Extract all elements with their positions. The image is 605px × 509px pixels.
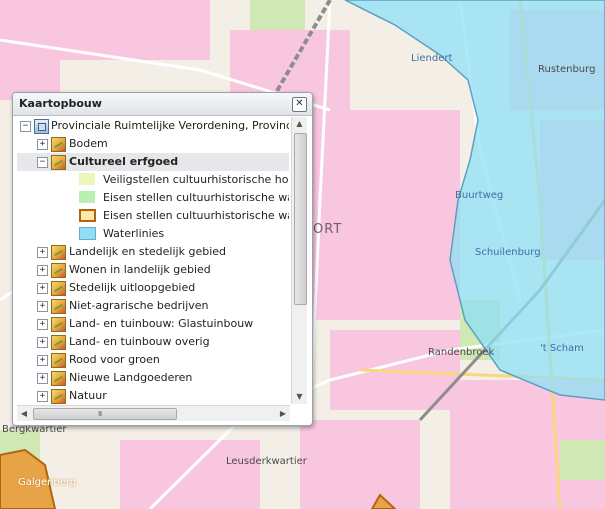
expand-icon[interactable]: +	[37, 247, 48, 258]
map-label-galgenberg: Galgenberg	[18, 477, 77, 488]
scroll-down-icon[interactable]: ▼	[292, 390, 307, 404]
layer-item-glastuinbouw[interactable]: + Land- en tuinbouw: Glastuinbouw	[17, 315, 289, 333]
layer-icon	[51, 281, 66, 296]
layer-label: Land- en tuinbouw overig	[69, 335, 210, 348]
layer-tree: − Provinciale Ruimtelijke Verordening, P…	[17, 117, 289, 404]
legend-item: Waterlinies	[17, 225, 289, 243]
layer-icon	[51, 263, 66, 278]
close-button[interactable]: ✕	[292, 97, 307, 112]
collapse-icon[interactable]: −	[20, 121, 31, 132]
layer-label: Cultureel erfgoed	[69, 155, 179, 168]
layer-item-natuur[interactable]: + Natuur	[17, 387, 289, 404]
panel-header[interactable]: Kaartopbouw ✕	[13, 93, 312, 116]
layer-label: Rood voor groen	[69, 353, 160, 366]
scroll-left-icon[interactable]: ◀	[17, 406, 31, 421]
layer-icon	[51, 137, 66, 152]
layer-label: Landelijk en stedelijk gebied	[69, 245, 226, 258]
layer-label: Wonen in landelijk gebied	[69, 263, 211, 276]
expand-icon[interactable]: +	[37, 319, 48, 330]
expand-icon[interactable]: +	[37, 391, 48, 402]
layer-label: Natuur	[69, 389, 107, 402]
map-label-leusderkwartier: Leusderkwartier	[226, 456, 307, 467]
expand-icon[interactable]: +	[37, 301, 48, 312]
legend-item: Eisen stellen cultuurhistorische waarden	[17, 207, 289, 225]
map-label-rustenburg: Rustenburg	[538, 64, 596, 75]
horizontal-scrollbar[interactable]: ◀ III ▶	[17, 405, 290, 421]
map-label-buurtweg: Buurtweg	[455, 190, 504, 201]
layer-icon	[51, 389, 66, 404]
layer-item-nieuwe-landgoederen[interactable]: + Nieuwe Landgoederen	[17, 369, 289, 387]
legend-swatch	[79, 227, 96, 240]
kaartopbouw-panel: Kaartopbouw ✕ − Provinciale Ruimtelijke …	[12, 92, 313, 426]
vertical-scroll-thumb[interactable]	[294, 133, 307, 305]
layer-icon	[51, 371, 66, 386]
legend-item: Veiligstellen cultuurhistorische hoofdst…	[17, 171, 289, 189]
map-label-liendert: Liendert	[411, 53, 453, 64]
expand-icon[interactable]: +	[37, 265, 48, 276]
map-label-t-scham: 't Scham	[540, 343, 584, 354]
layer-icon	[51, 317, 66, 332]
layer-item-stedelijk-uitloop[interactable]: + Stedelijk uitloopgebied	[17, 279, 289, 297]
tree-root[interactable]: − Provinciale Ruimtelijke Verordening, P…	[17, 117, 289, 135]
expand-icon[interactable]: +	[37, 373, 48, 384]
map-label-city-fragment: ORT	[313, 222, 343, 237]
horizontal-scroll-thumb[interactable]: III	[33, 408, 177, 420]
layer-icon	[51, 335, 66, 350]
layer-item-tuinbouw-overig[interactable]: + Land- en tuinbouw overig	[17, 333, 289, 351]
expand-icon[interactable]: +	[37, 355, 48, 366]
map-label-schuilenburg: Schuilenburg	[475, 247, 541, 258]
legend-label: Eisen stellen cultuurhistorische waarden	[103, 209, 289, 222]
expand-icon[interactable]: +	[37, 139, 48, 150]
tree-root-label: Provinciale Ruimtelijke Verordening, Pro…	[51, 119, 289, 132]
panel-title: Kaartopbouw	[19, 97, 102, 110]
map-service-icon	[34, 119, 49, 134]
layer-item-rood-voor-groen[interactable]: + Rood voor groen	[17, 351, 289, 369]
layer-label: Land- en tuinbouw: Glastuinbouw	[69, 317, 254, 330]
layer-icon	[51, 299, 66, 314]
legend-label: Waterlinies	[103, 227, 165, 240]
legend-item: Eisen stellen cultuurhistorische waarden	[17, 189, 289, 207]
layer-label: Bodem	[69, 137, 108, 150]
layer-label: Niet-agrarische bedrijven	[69, 299, 209, 312]
legend-swatch	[79, 209, 96, 222]
expand-icon[interactable]: +	[37, 283, 48, 294]
legend-swatch	[79, 173, 95, 185]
layer-item-wonen[interactable]: + Wonen in landelijk gebied	[17, 261, 289, 279]
scroll-grip-icon: III	[98, 410, 102, 418]
layer-label: Nieuwe Landgoederen	[69, 371, 193, 384]
layer-icon	[51, 353, 66, 368]
legend-label: Veiligstellen cultuurhistorische hoofdst…	[103, 173, 289, 186]
layer-icon	[51, 155, 66, 170]
scroll-right-icon[interactable]: ▶	[276, 406, 290, 421]
vertical-scrollbar[interactable]: ▲ ▼	[291, 117, 307, 404]
legend-label: Eisen stellen cultuurhistorische waarden	[103, 191, 289, 204]
map-label-randenbroek: Randenbroek	[428, 347, 495, 358]
expand-icon[interactable]: +	[37, 337, 48, 348]
collapse-icon[interactable]: −	[37, 157, 48, 168]
layer-icon	[51, 245, 66, 260]
layer-item-bodem[interactable]: + Bodem	[17, 135, 289, 153]
layer-item-niet-agrarisch[interactable]: + Niet-agrarische bedrijven	[17, 297, 289, 315]
scroll-up-icon[interactable]: ▲	[292, 117, 307, 131]
layer-item-cultureel-erfgoed[interactable]: − Cultureel erfgoed	[17, 153, 289, 171]
layer-item-landelijk-stedelijk[interactable]: + Landelijk en stedelijk gebied	[17, 243, 289, 261]
layer-label: Stedelijk uitloopgebied	[69, 281, 196, 294]
legend-swatch	[79, 191, 95, 203]
